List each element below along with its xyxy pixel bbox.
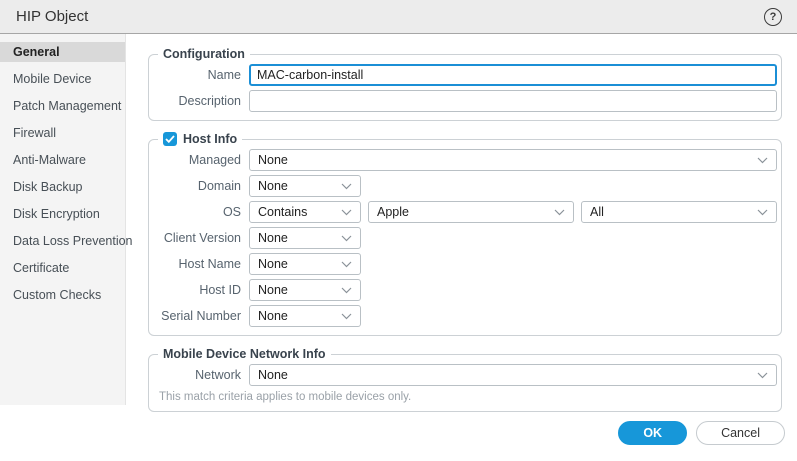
sidebar-item-certificate[interactable]: Certificate bbox=[0, 258, 125, 278]
client-version-select[interactable]: None bbox=[249, 227, 361, 249]
chevron-down-icon bbox=[341, 209, 352, 216]
managed-select[interactable]: None bbox=[249, 149, 777, 171]
configuration-legend: Configuration bbox=[163, 47, 245, 61]
description-input[interactable] bbox=[249, 90, 777, 112]
name-label: Name bbox=[207, 68, 241, 82]
domain-select[interactable]: None bbox=[249, 175, 361, 197]
host-name-label: Host Name bbox=[178, 257, 241, 271]
cancel-button[interactable]: Cancel bbox=[696, 420, 785, 445]
network-label: Network bbox=[195, 368, 241, 382]
sidebar-item-firewall[interactable]: Firewall bbox=[0, 123, 125, 143]
os-version-select[interactable]: All bbox=[581, 201, 777, 223]
host-name-select[interactable]: None bbox=[249, 253, 361, 275]
dialog-titlebar: HIP Object ? bbox=[0, 0, 797, 34]
sidebar-item-anti-malware[interactable]: Anti-Malware bbox=[0, 150, 125, 170]
host-info-section: Host Info Managed None Domain None OS Co… bbox=[148, 132, 782, 336]
chevron-down-icon bbox=[341, 287, 352, 294]
page-title: HIP Object bbox=[16, 8, 89, 25]
name-input[interactable] bbox=[249, 64, 777, 86]
chevron-down-icon bbox=[341, 183, 352, 190]
host-name-row: Host Name None bbox=[157, 253, 777, 275]
sidebar-item-disk-encryption[interactable]: Disk Encryption bbox=[0, 204, 125, 224]
network-row: Network None bbox=[157, 364, 777, 386]
dialog-body: General Mobile Device Patch Management F… bbox=[0, 34, 797, 412]
domain-label: Domain bbox=[197, 179, 241, 193]
mobile-network-note: This match criteria applies to mobile de… bbox=[159, 391, 412, 403]
network-select[interactable]: None bbox=[249, 364, 777, 386]
host-id-row: Host ID None bbox=[157, 279, 777, 301]
host-id-select[interactable]: None bbox=[249, 279, 361, 301]
os-row: OS Contains Apple All bbox=[157, 201, 777, 223]
chevron-down-icon bbox=[341, 313, 352, 320]
chevron-down-icon bbox=[757, 209, 768, 216]
content-panel: Configuration Name Description Ho bbox=[126, 34, 797, 412]
host-info-legend: Host Info bbox=[158, 132, 242, 146]
configuration-section: Configuration Name Description bbox=[148, 47, 782, 121]
client-version-label: Client Version bbox=[163, 231, 241, 245]
sidebar-item-data-loss-prevention[interactable]: Data Loss Prevention bbox=[0, 231, 133, 251]
description-label: Description bbox=[178, 94, 241, 108]
chevron-down-icon bbox=[341, 261, 352, 268]
client-version-row: Client Version None bbox=[157, 227, 777, 249]
host-id-label: Host ID bbox=[199, 283, 241, 297]
managed-row: Managed None bbox=[157, 149, 777, 171]
sidebar-item-mobile-device[interactable]: Mobile Device bbox=[0, 69, 125, 89]
os-selects: Contains Apple All bbox=[249, 201, 777, 223]
os-criteria-select[interactable]: Contains bbox=[249, 201, 361, 223]
serial-number-row: Serial Number None bbox=[157, 305, 777, 327]
sidebar-item-custom-checks[interactable]: Custom Checks bbox=[0, 285, 125, 305]
managed-label: Managed bbox=[188, 153, 241, 167]
serial-number-label: Serial Number bbox=[161, 309, 241, 323]
host-info-checkbox[interactable] bbox=[163, 132, 177, 146]
sidebar-item-general[interactable]: General bbox=[0, 42, 125, 62]
mobile-network-section: Mobile Device Network Info Network None … bbox=[148, 347, 782, 412]
mobile-network-legend: Mobile Device Network Info bbox=[163, 347, 326, 361]
os-vendor-select[interactable]: Apple bbox=[368, 201, 574, 223]
dialog-footer: OK Cancel bbox=[0, 405, 797, 460]
chevron-down-icon bbox=[757, 372, 768, 379]
name-row: Name bbox=[157, 64, 777, 86]
ok-button[interactable]: OK bbox=[618, 420, 688, 445]
chevron-down-icon bbox=[341, 235, 352, 242]
description-row: Description bbox=[157, 90, 777, 112]
host-info-legend-text: Host Info bbox=[183, 132, 238, 146]
os-label: OS bbox=[222, 205, 241, 219]
chevron-down-icon bbox=[554, 209, 565, 216]
sidebar-item-disk-backup[interactable]: Disk Backup bbox=[0, 177, 125, 197]
domain-row: Domain None bbox=[157, 175, 777, 197]
checkmark-icon bbox=[165, 135, 175, 143]
serial-number-select[interactable]: None bbox=[249, 305, 361, 327]
sidebar-item-patch-management[interactable]: Patch Management bbox=[0, 96, 125, 116]
sidebar: General Mobile Device Patch Management F… bbox=[0, 34, 133, 405]
help-icon[interactable]: ? bbox=[764, 7, 782, 26]
chevron-down-icon bbox=[757, 157, 768, 164]
